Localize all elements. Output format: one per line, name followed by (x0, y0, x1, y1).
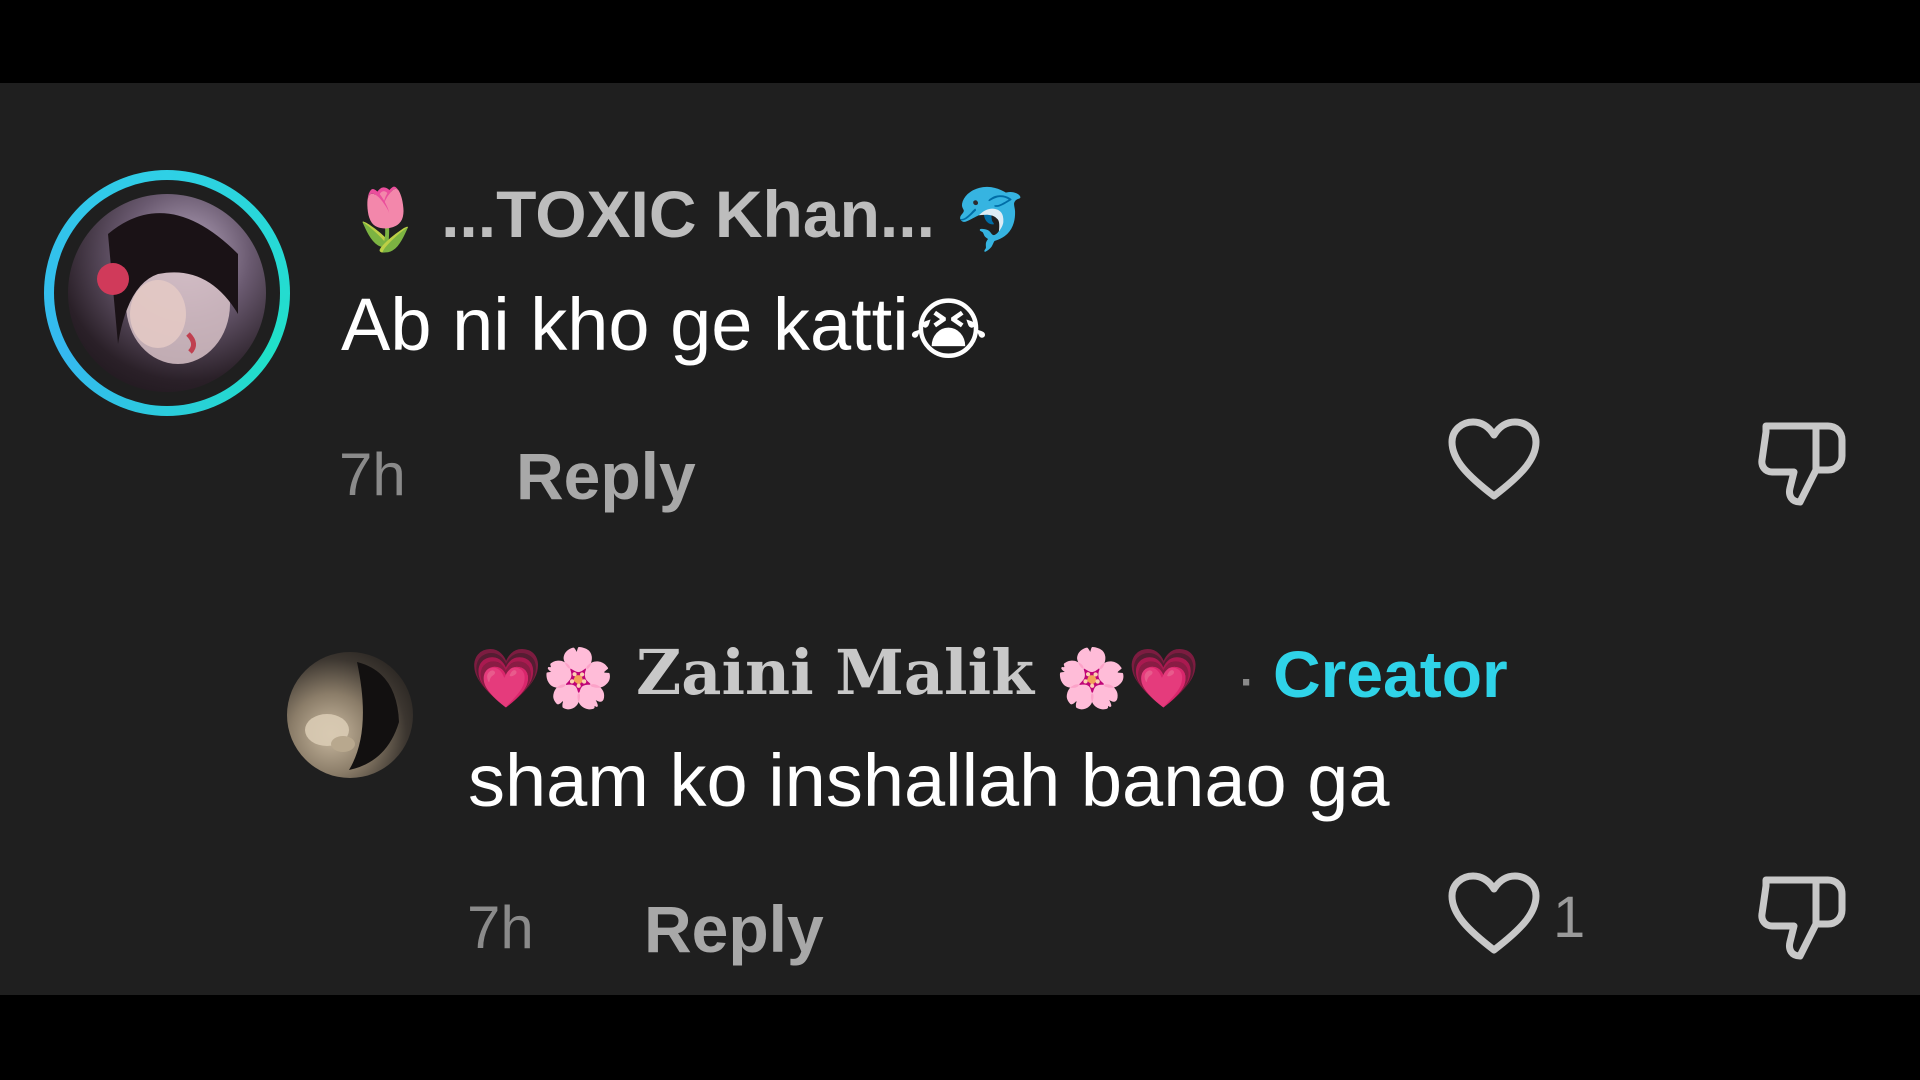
comment-timestamp: 7h (339, 441, 406, 508)
comment-username[interactable]: 🌷 ...TOXIC Khan... 🐬 (348, 176, 1028, 255)
avatar-image (97, 213, 238, 364)
reply-button[interactable]: Reply (644, 891, 824, 967)
avatar-reply[interactable] (287, 652, 413, 778)
username-text: Zaini Malik (636, 636, 1035, 709)
creator-badge: · Creator (1240, 636, 1508, 712)
heart-flower-emoji: 💗🌸 (470, 643, 615, 712)
username-text: ...TOXIC Khan... (441, 177, 935, 251)
comment-body: Ab ni kho ge katti (341, 283, 909, 366)
like-count: 1 (1553, 885, 1586, 950)
creator-label: Creator (1273, 637, 1508, 711)
heart-outline-icon[interactable] (1448, 418, 1540, 502)
thumbs-down-icon[interactable] (1756, 872, 1848, 962)
comment-username[interactable]: 💗🌸 Zaini Malik 🌸💗 (470, 636, 1200, 713)
thumbs-down-icon[interactable] (1756, 418, 1848, 508)
avatar-reply-image (305, 662, 399, 770)
avatar-story-ring[interactable] (44, 170, 290, 416)
comment-text: Ab ni kho ge katti😭 (341, 282, 988, 370)
letterbox-bottom (0, 995, 1920, 1080)
flower-heart-emoji: 🌸💗 (1055, 643, 1201, 712)
dolphin-emoji: 🐬 (953, 186, 1028, 254)
tulip-emoji: 🌷 (348, 186, 423, 254)
reply-button[interactable]: Reply (516, 438, 696, 514)
crying-emoji: 😭 (908, 291, 989, 368)
heart-outline-icon[interactable] (1448, 872, 1540, 956)
avatar-ring-gap (54, 180, 280, 406)
comment-body: sham ko inshallah banao ga (468, 739, 1390, 822)
comment-text: sham ko inshallah banao ga (468, 738, 1390, 823)
avatar[interactable] (68, 194, 266, 392)
creator-separator: · (1240, 658, 1255, 707)
comment-timestamp: 7h (467, 894, 534, 961)
